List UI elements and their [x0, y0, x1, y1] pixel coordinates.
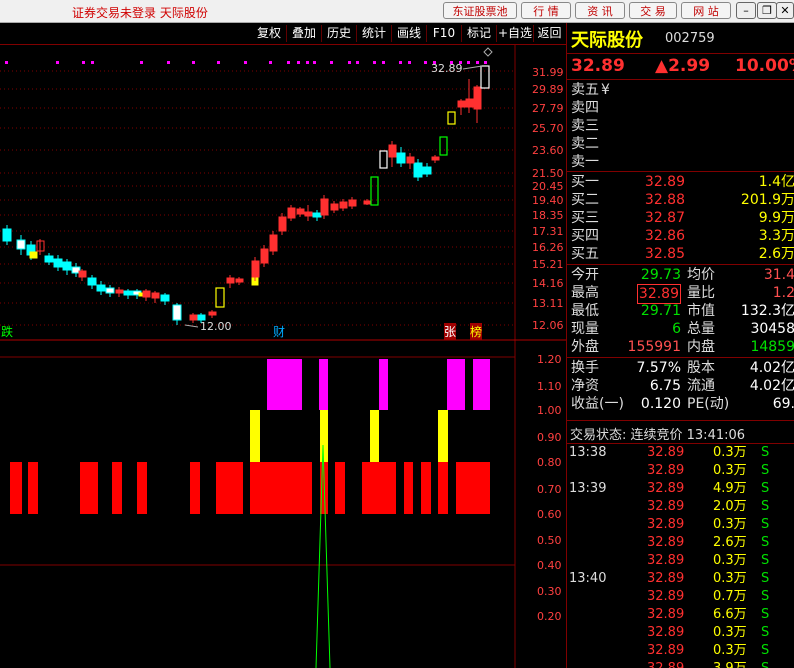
tool-add-favorite[interactable]: +自选: [497, 25, 534, 42]
last-price: 32.89: [571, 56, 625, 76]
candlesticks: [2, 65, 490, 325]
tick-row: 32.89 0.3万 S: [647, 553, 770, 568]
price-axis-label: 15.21: [532, 258, 564, 271]
price-axis-label: 29.89: [532, 83, 564, 96]
price-axis-label: 18.35: [532, 209, 564, 222]
quote-panel: 天际股份 002759 32.89 ▲2.99 10.00% 卖五¥ 卖四 卖三…: [566, 23, 794, 668]
price-axis-label: 31.99: [532, 66, 564, 79]
tick-row: 32.89 6.6万 S: [647, 607, 770, 622]
stock-pool-button[interactable]: 东证股票池: [443, 2, 517, 19]
marker-fall[interactable]: 跌: [1, 323, 13, 340]
trade-status: 交易状态: 连续竞价 13:41:06: [570, 428, 746, 443]
stat-row: 换手 7.57% 股本 4.02亿: [571, 360, 794, 376]
price-axis-label: 16.26: [532, 241, 564, 254]
tool-statistics[interactable]: 统计: [357, 25, 392, 42]
ask-row: 卖一: [571, 154, 599, 170]
price-change-pct: 10.00%: [735, 56, 794, 76]
tool-restore-rights[interactable]: 复权: [252, 25, 287, 42]
indicator-bars: [10, 359, 490, 514]
title-bar: 证券交易未登录 天际股份 东证股票池 行 情 资 讯 交 易 网 站 – ❐ ✕: [0, 0, 794, 23]
ask-row: 卖五 ¥: [571, 82, 610, 98]
price-axis-label: 20.45: [532, 180, 564, 193]
indicator-axis-label: 0.50: [537, 534, 562, 547]
tool-f10[interactable]: F10: [427, 25, 462, 42]
tool-back[interactable]: 返回: [534, 25, 565, 42]
tick-row: 32.893.9万S: [567, 660, 794, 668]
tick-row: 32.89 0.3万 S: [647, 517, 770, 532]
price-axis-label: 25.70: [532, 122, 564, 135]
tool-overlay[interactable]: 叠加: [287, 25, 322, 42]
indicator-axis-label: 1.20: [537, 353, 562, 366]
tick-row: 32.89 0.3万 S: [647, 625, 770, 640]
chart-area[interactable]: [0, 45, 566, 668]
login-status-text: 证券交易未登录 天际股份: [72, 6, 208, 20]
stat-row: 最低 29.71 市值 132.3亿: [571, 303, 794, 319]
indicator-axis-label: 0.90: [537, 431, 562, 444]
tick-row: 13:40 32.89 0.3万 S: [569, 571, 770, 586]
indicator-axis-label: 0.30: [537, 585, 562, 598]
price-axis-label: 13.11: [532, 297, 564, 310]
high-price-label: 32.89: [431, 62, 463, 75]
chart-toolbar: 复权 叠加 历史 统计 画线 F10 标记 +自选 返回: [0, 23, 566, 45]
trade-button[interactable]: 交 易: [629, 2, 677, 19]
indicator-axis-label: 0.60: [537, 508, 562, 521]
price-axis-label: 21.50: [532, 167, 564, 180]
tick-row: 32.89 2.6万 S: [647, 535, 770, 550]
bid-row: 买三 32.87 9.9万: [571, 210, 794, 226]
price-axis-label: 23.60: [532, 144, 564, 157]
tick-row: 32.89 0.3万 S: [647, 463, 770, 478]
stock-name: 天际股份: [571, 30, 643, 51]
tool-history[interactable]: 历史: [322, 25, 357, 42]
stat-row: 今开 29.73 均价 31.4: [571, 267, 794, 283]
bid-row: 买二 32.88 201.9万: [571, 192, 794, 208]
diamond-icon: [483, 47, 493, 57]
stat-row: 最高 32.89 量比 1.2: [571, 284, 794, 304]
marker-finance[interactable]: 财: [273, 323, 285, 340]
bid-row: 买四 32.86 3.3万: [571, 228, 794, 244]
tool-draw-line[interactable]: 画线: [392, 25, 427, 42]
stat-row: 现量 6 总量 30458: [571, 321, 794, 337]
stat-row: 外盘 155991 内盘 14859: [571, 339, 794, 355]
restore-icon[interactable]: ❐: [757, 2, 777, 19]
tick-row: 32.89 0.3万 S: [647, 643, 770, 658]
price-axis-label: 12.06: [532, 319, 564, 332]
price-axis-label: 17.31: [532, 225, 564, 238]
low-price-label: 12.00: [200, 320, 232, 333]
news-button[interactable]: 资 讯: [575, 2, 625, 19]
ask-row: 卖四: [571, 100, 599, 116]
marker-limit-up[interactable]: 张: [444, 323, 457, 340]
ask-row: 卖三: [571, 118, 599, 134]
indicator-axis-label: 1.00: [537, 404, 562, 417]
close-icon[interactable]: ✕: [776, 2, 794, 19]
price-grid: [0, 70, 515, 326]
stock-code: 002759: [665, 31, 715, 46]
tool-mark[interactable]: 标记: [462, 25, 497, 42]
indicator-axis-label: 0.80: [537, 456, 562, 469]
tick-row: 13:39 32.89 4.9万 S: [569, 481, 770, 496]
stat-row: 收益(一) 0.120 PE(动) 69.: [571, 396, 794, 412]
minimize-icon[interactable]: –: [736, 2, 756, 19]
price-change: ▲2.99: [655, 56, 711, 76]
website-button[interactable]: 网 站: [681, 2, 731, 19]
signal-dots: [5, 61, 487, 64]
bid-row: 买五 32.85 2.6万: [571, 246, 794, 262]
price-axis-label: 19.40: [532, 194, 564, 207]
market-button[interactable]: 行 情: [521, 2, 571, 19]
ask-row: 卖二: [571, 136, 599, 152]
price-axis-label: 27.79: [532, 102, 564, 115]
tick-row: 32.89 2.0万 S: [647, 499, 770, 514]
indicator-axis-label: 0.70: [537, 483, 562, 496]
marker-rank[interactable]: 榜: [470, 323, 483, 340]
indicator-axis-label: 0.20: [537, 610, 562, 623]
tick-row: 32.89 0.7万 S: [647, 589, 770, 604]
bid-row: 买一 32.89 1.4亿: [571, 174, 794, 190]
price-axis-label: 14.16: [532, 277, 564, 290]
indicator-axis-label: 0.40: [537, 559, 562, 572]
tick-row: 13:38 32.89 0.3万 S: [569, 445, 770, 460]
high-leader: [462, 65, 483, 70]
indicator-axis-label: 1.10: [537, 380, 562, 393]
stat-row: 净资 6.75 流通 4.02亿: [571, 378, 794, 394]
